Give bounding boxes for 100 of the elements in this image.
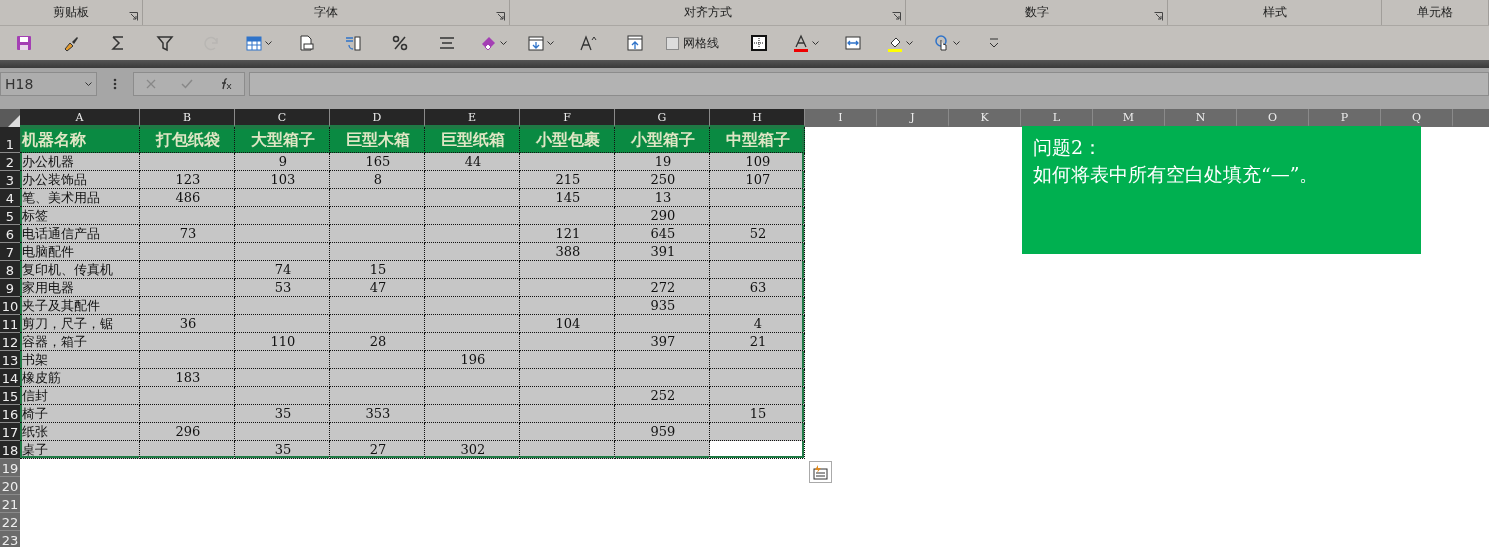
table-cell: 办公机器 xyxy=(20,153,140,171)
ribbon-group-label: 剪贴板 xyxy=(53,4,89,21)
dialog-launcher-icon[interactable] xyxy=(892,12,901,21)
row-header[interactable]: 4 xyxy=(0,189,20,207)
column-header[interactable]: G xyxy=(615,109,710,127)
table-cell: 9 xyxy=(235,153,330,171)
table-cell: 935 xyxy=(615,297,710,315)
table-cell: 标签 xyxy=(20,207,140,225)
gridlines-checkbox[interactable]: 网格线 xyxy=(658,28,735,58)
triangle-icon xyxy=(8,115,20,127)
table-cell: 353 xyxy=(330,405,425,423)
column-header[interactable]: J xyxy=(877,109,949,127)
table-cell: 302 xyxy=(425,441,520,459)
table-cell: 47 xyxy=(330,279,425,297)
caret-icon xyxy=(953,40,960,46)
dialog-launcher-icon[interactable] xyxy=(496,12,505,21)
caret-icon xyxy=(812,40,819,46)
column-header[interactable]: C xyxy=(235,109,330,127)
table-cell: 252 xyxy=(615,387,710,405)
name-box[interactable]: H18 xyxy=(0,72,97,96)
column-header[interactable]: I xyxy=(805,109,877,127)
row-header[interactable]: 14 xyxy=(0,369,20,387)
column-title: 中型箱子 xyxy=(710,127,805,153)
table-cell: 书架 xyxy=(20,351,140,369)
ribbon-group-label: 单元格 xyxy=(1417,4,1453,21)
table-cell: 397 xyxy=(615,333,710,351)
row-header[interactable]: 10 xyxy=(0,297,20,315)
table-cell: 剪刀，尺子，锯 xyxy=(20,315,140,333)
row-header[interactable]: 19 xyxy=(0,459,20,477)
row-header[interactable]: 12 xyxy=(0,333,20,351)
table-cell: 15 xyxy=(710,405,805,423)
table-cell: 35 xyxy=(235,405,330,423)
dialog-launcher-icon[interactable] xyxy=(1154,12,1163,21)
row-header[interactable]: 1 xyxy=(0,127,20,153)
row-header[interactable]: 23 xyxy=(0,531,20,547)
caret-icon xyxy=(547,40,554,46)
table-cell: 63 xyxy=(710,279,805,297)
table-cell: 21 xyxy=(710,333,805,351)
column-header[interactable]: O xyxy=(1237,109,1309,127)
column-header[interactable]: E xyxy=(425,109,520,127)
row-header[interactable]: 6 xyxy=(0,225,20,243)
column-header[interactable]: N xyxy=(1165,109,1237,127)
column-header[interactable]: B xyxy=(140,109,235,127)
table-cell: 15 xyxy=(330,261,425,279)
row-header[interactable]: 21 xyxy=(0,495,20,513)
table-cell: 215 xyxy=(520,171,615,189)
column-header[interactable]: Q xyxy=(1381,109,1453,127)
check-icon[interactable] xyxy=(181,79,193,89)
select-all-button[interactable] xyxy=(0,109,20,127)
row-header[interactable]: 20 xyxy=(0,477,20,495)
table-cell: 645 xyxy=(615,225,710,243)
table-cell: 13 xyxy=(615,189,710,207)
column-header[interactable]: H xyxy=(710,109,805,127)
column-header[interactable]: D xyxy=(330,109,425,127)
more-options-icon[interactable] xyxy=(113,78,117,90)
row-header[interactable]: 17 xyxy=(0,423,20,441)
column-header[interactable]: F xyxy=(520,109,615,127)
row-header[interactable]: 15 xyxy=(0,387,20,405)
table-cell: 110 xyxy=(235,333,330,351)
table-cell: 44 xyxy=(425,153,520,171)
row-header[interactable]: 16 xyxy=(0,405,20,423)
column-header[interactable]: L xyxy=(1021,109,1093,127)
table-cell: 52 xyxy=(710,225,805,243)
column-header[interactable]: P xyxy=(1309,109,1381,127)
table-cell: 290 xyxy=(615,207,710,225)
row-header[interactable]: 13 xyxy=(0,351,20,369)
row-header[interactable]: 3 xyxy=(0,171,20,189)
row-header[interactable]: 18 xyxy=(0,441,20,459)
dialog-launcher-icon[interactable] xyxy=(129,12,138,21)
table-cell: 4 xyxy=(710,315,805,333)
row-header[interactable]: 5 xyxy=(0,207,20,225)
table-cell: 272 xyxy=(615,279,710,297)
table-cell: 296 xyxy=(140,423,235,441)
column-header[interactable]: A xyxy=(20,109,140,127)
row-header[interactable]: 8 xyxy=(0,261,20,279)
column-title: 小型箱子 xyxy=(615,127,710,153)
row-header[interactable]: 2 xyxy=(0,153,20,171)
column-header[interactable]: K xyxy=(949,109,1021,127)
table-cell: 74 xyxy=(235,261,330,279)
table-cell: 家用电器 xyxy=(20,279,140,297)
table-cell: 486 xyxy=(140,189,235,207)
table-cell: 椅子 xyxy=(20,405,140,423)
table-cell: 121 xyxy=(520,225,615,243)
row-header[interactable]: 22 xyxy=(0,513,20,531)
column-header[interactable]: M xyxy=(1093,109,1165,127)
formula-input[interactable] xyxy=(249,72,1489,96)
paste-options-button[interactable] xyxy=(809,461,832,483)
row-header[interactable]: 7 xyxy=(0,243,20,261)
table-cell: 27 xyxy=(330,441,425,459)
column-title: 打包纸袋 xyxy=(140,127,235,153)
table-cell: 28 xyxy=(330,333,425,351)
row-header[interactable]: 11 xyxy=(0,315,20,333)
row-header[interactable]: 9 xyxy=(0,279,20,297)
table-cell: 19 xyxy=(615,153,710,171)
table-cell: 103 xyxy=(235,171,330,189)
table-cell: 电脑配件 xyxy=(20,243,140,261)
note-text: 问题2： xyxy=(1033,135,1104,160)
table-cell: 电话通信产品 xyxy=(20,225,140,243)
table-cell: 391 xyxy=(615,243,710,261)
table-cell: 35 xyxy=(235,441,330,459)
